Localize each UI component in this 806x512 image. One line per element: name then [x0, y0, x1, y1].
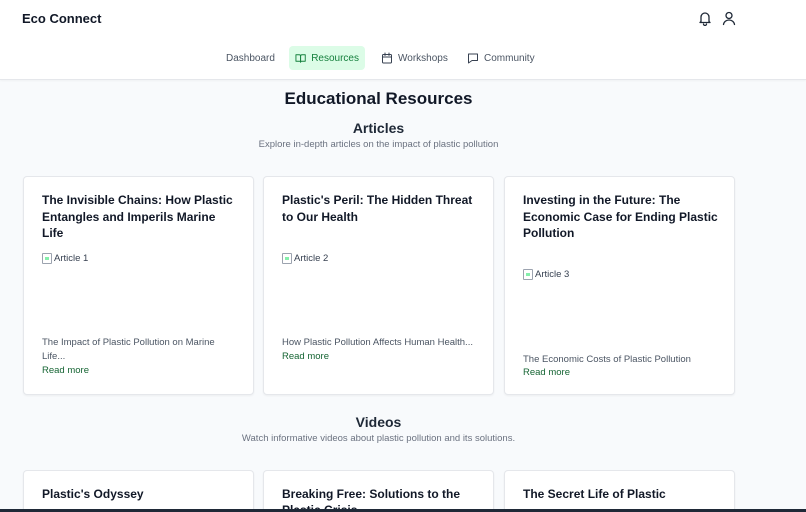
article-description: The Impact of Plastic Pollution on Marin… — [42, 337, 215, 362]
article-title: The Invisible Chains: How Plastic Entang… — [42, 193, 233, 240]
article-image-alt: Article 2 — [294, 253, 329, 264]
article-title: Plastic's Peril: The Hidden Threat to Ou… — [282, 193, 473, 224]
nav-workshops[interactable]: Workshops — [375, 46, 454, 70]
article-image: Article 2 — [282, 253, 402, 323]
video-title: The Secret Life of Plastic — [523, 487, 666, 501]
article-description: How Plastic Pollution Affects Human Heal… — [282, 337, 473, 348]
article-card: The Invisible Chains: How Plastic Entang… — [23, 176, 254, 395]
app-title: Eco Connect — [22, 11, 102, 26]
nav-community[interactable]: Community — [461, 46, 541, 70]
broken-image-icon — [523, 269, 533, 280]
article-card: Plastic's Peril: The Hidden Threat to Ou… — [263, 176, 494, 395]
video-card: The Secret Life of Plastic — [504, 470, 735, 512]
video-card: Plastic's Odyssey — [23, 470, 254, 512]
article-title: Investing in the Future: The Economic Ca… — [523, 193, 718, 240]
nav-resources-label: Resources — [311, 52, 359, 64]
main-nav: Dashboard Resources Workshops Community — [0, 46, 806, 70]
videos-subtitle: Watch informative videos about plastic p… — [241, 433, 516, 444]
read-more-link[interactable]: Read more — [523, 367, 570, 378]
top-header: Eco Connect Dashboard Resources Workshop… — [0, 0, 806, 80]
article-image-alt: Article 3 — [535, 269, 570, 280]
user-icon[interactable] — [721, 10, 737, 26]
nav-workshops-label: Workshops — [398, 52, 448, 64]
broken-image-icon — [282, 253, 292, 264]
nav-dashboard[interactable]: Dashboard — [220, 46, 281, 70]
article-card: Investing in the Future: The Economic Ca… — [504, 176, 735, 395]
article-image-alt: Article 1 — [54, 253, 89, 264]
articles-heading: Articles — [352, 120, 405, 136]
calendar-icon — [382, 52, 392, 64]
bell-icon[interactable] — [697, 10, 713, 27]
chat-icon — [468, 53, 478, 64]
nav-resources[interactable]: Resources — [289, 46, 365, 70]
articles-subtitle: Explore in-depth articles on the impact … — [258, 139, 499, 150]
nav-dashboard-label: Dashboard — [226, 52, 275, 64]
video-title: Plastic's Odyssey — [42, 487, 144, 501]
book-icon — [295, 54, 306, 63]
article-image: Article 3 — [523, 269, 643, 339]
page-title: Educational Resources — [284, 89, 473, 108]
read-more-link[interactable]: Read more — [42, 365, 89, 376]
read-more-link[interactable]: Read more — [282, 351, 329, 362]
broken-image-icon — [42, 253, 52, 264]
nav-community-label: Community — [484, 52, 535, 64]
article-description: The Economic Costs of Plastic Pollution — [523, 354, 691, 365]
videos-heading: Videos — [355, 414, 402, 430]
article-image: Article 1 — [42, 253, 162, 323]
video-card: Breaking Free: Solutions to the Plastic … — [263, 470, 494, 512]
